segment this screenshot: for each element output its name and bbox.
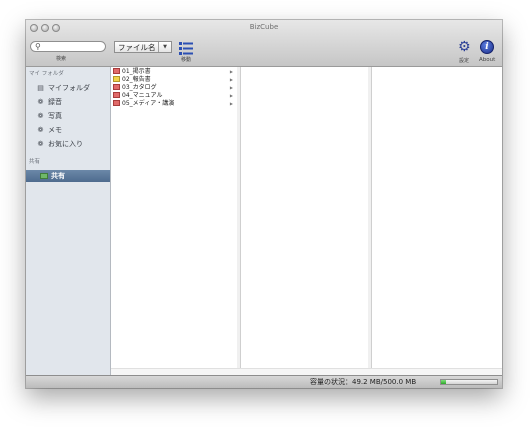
capacity-progress-bar xyxy=(440,379,498,385)
folder-icon xyxy=(113,92,120,98)
file-name: 01_掲示書 xyxy=(122,68,151,75)
sidebar-header-my-folder: マイ フォルダ xyxy=(29,71,64,77)
toolbar: BizCube ⚲ 検索 ファイル名 ▼ 移動 ⚙ 設定 i About xyxy=(26,20,502,67)
sidebar-item-label: 録音 xyxy=(48,98,62,106)
chevron-right-icon: ▶ xyxy=(229,77,233,82)
browser-column-1[interactable]: 01_掲示書 ▶ 02_報告書 ▶ 03_カタログ ▶ 04_マニュアル ▶ 0… xyxy=(111,67,238,375)
gear-icon: ❁ xyxy=(37,112,44,120)
sidebar-item-recordings[interactable]: ❁ 録音 xyxy=(36,97,62,107)
sidebar-item-label: 共有 xyxy=(51,172,65,180)
capacity-progress-fill xyxy=(441,380,447,384)
sidebar-item-label: お気に入り xyxy=(48,140,83,148)
folder-icon xyxy=(113,76,120,82)
folder-icon: ▤ xyxy=(37,84,44,92)
search-input[interactable]: ⚲ xyxy=(30,41,106,52)
chevron-right-icon: ▶ xyxy=(229,93,233,98)
sidebar-item-favorites[interactable]: ❁ お気に入り xyxy=(36,139,83,149)
search-icon: ⚲ xyxy=(35,42,41,51)
list-item[interactable]: 01_掲示書 ▶ xyxy=(113,68,235,76)
chevron-right-icon: ▶ xyxy=(229,69,233,74)
gear-icon: ⚙ xyxy=(458,39,471,55)
list-item[interactable]: 03_カタログ ▶ xyxy=(113,84,235,92)
gear-icon: ❁ xyxy=(37,126,44,134)
search-label: 検索 xyxy=(56,56,67,62)
gear-icon: ❁ xyxy=(37,98,44,106)
folder-icon xyxy=(113,84,120,90)
browser-column-2[interactable] xyxy=(241,67,369,375)
about-button[interactable]: i xyxy=(480,40,494,54)
sidebar-header-shared: 共有 xyxy=(29,159,41,165)
list-item[interactable]: 05_メディア・講演 ▶ xyxy=(113,100,235,108)
gear-icon: ❁ xyxy=(37,140,44,148)
list-view-icon xyxy=(179,42,193,55)
folder-icon xyxy=(113,100,120,106)
chevron-right-icon: ▶ xyxy=(229,101,233,106)
folder-icon xyxy=(113,68,120,74)
list-item[interactable]: 04_マニュアル ▶ xyxy=(113,92,235,100)
sidebar-item-shared[interactable]: 共有 xyxy=(26,170,110,182)
chevron-right-icon: ▶ xyxy=(229,85,233,90)
list-item[interactable]: 02_報告書 ▶ xyxy=(113,76,235,84)
sort-field-select[interactable]: ファイル名 ▼ xyxy=(114,41,172,53)
sort-field-value: ファイル名 xyxy=(118,43,156,52)
settings-button[interactable]: ⚙ xyxy=(458,40,471,54)
settings-label: 設定 xyxy=(459,58,470,64)
sidebar-item-my-folder[interactable]: ▤ マイフォルダ xyxy=(36,83,90,93)
main-window: BizCube ⚲ 検索 ファイル名 ▼ 移動 ⚙ 設定 i About マイ … xyxy=(26,20,502,388)
sidebar: マイ フォルダ ▤ マイフォルダ ❁ 録音 ❁ 写真 ❁ メモ ❁ お気に入り 共有 共有 xyxy=(26,67,111,375)
sidebar-item-label: メモ xyxy=(48,126,62,134)
capacity-status-text: 容量の状況：49.2 MB/500.0 MB xyxy=(310,378,417,386)
chevron-down-icon: ▼ xyxy=(158,42,171,52)
move-label: 移動 xyxy=(181,57,192,63)
about-label: About xyxy=(479,57,496,63)
sidebar-item-label: マイフォルダ xyxy=(48,84,90,92)
window-title: BizCube xyxy=(249,23,279,31)
info-icon: i xyxy=(485,42,489,52)
sidebar-item-photos[interactable]: ❁ 写真 xyxy=(36,111,62,121)
sidebar-item-memo[interactable]: ❁ メモ xyxy=(36,125,62,135)
status-bar: 容量の状況：49.2 MB/500.0 MB xyxy=(26,375,502,388)
file-name: 03_カタログ xyxy=(122,84,157,91)
sidebar-item-label: 写真 xyxy=(48,112,62,120)
folder-icon xyxy=(40,173,48,179)
browser-column-3[interactable] xyxy=(372,67,502,375)
file-name: 05_メディア・講演 xyxy=(122,100,175,107)
file-name: 04_マニュアル xyxy=(122,92,163,99)
file-name: 02_報告書 xyxy=(122,76,151,83)
